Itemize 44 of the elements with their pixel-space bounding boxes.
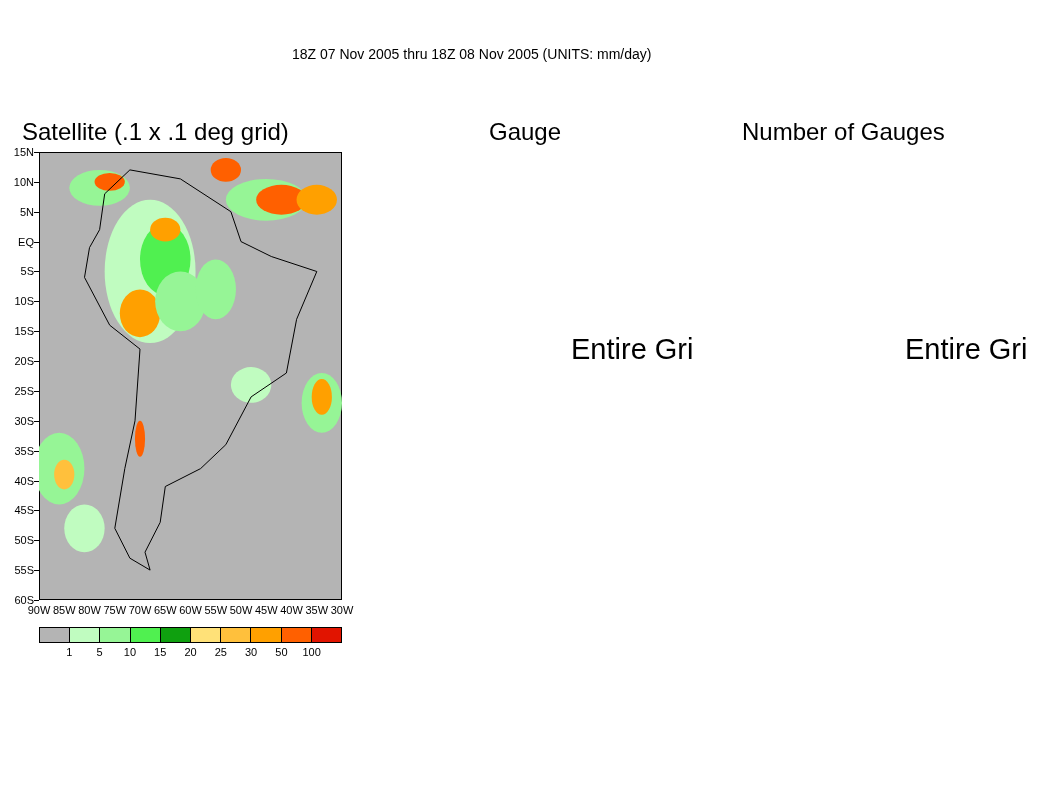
- legend-label: 30: [243, 646, 259, 658]
- legend-label: 100: [301, 646, 322, 658]
- panel-title: Gauge: [489, 117, 562, 147]
- longitude-label: 50W: [228, 604, 254, 616]
- legend-label: 1: [65, 646, 74, 658]
- latitude-label: 50S: [13, 534, 34, 547]
- latitude-label: 5N: [18, 205, 34, 218]
- longitude-label: 80W: [77, 604, 102, 616]
- latitude-label: 10N: [12, 175, 34, 188]
- longitude-label: 55W: [203, 604, 229, 616]
- latitude-label: 30S: [13, 414, 34, 427]
- latitude-label: 35S: [13, 444, 34, 457]
- longitude-label: 65W: [152, 604, 178, 616]
- longitude-label: 75W: [102, 604, 128, 616]
- panel-message: Entire Gri: [905, 332, 1028, 367]
- latitude-label: EQ: [17, 235, 34, 248]
- longitude-label: 40W: [279, 604, 304, 616]
- latitude-label: 15S: [13, 325, 34, 338]
- legend-label: 5: [95, 646, 104, 658]
- latitude-label: 25S: [13, 384, 34, 397]
- legend-label: 50: [274, 646, 289, 658]
- latitude-label: 60S: [13, 594, 34, 606]
- latitude-label: 5S: [19, 265, 34, 278]
- latitude-label: 15N: [12, 146, 34, 158]
- legend-label: 10: [122, 646, 137, 658]
- plot-header: 18Z 07 Nov 2005 thru 18Z 08 Nov 2005 (UNITS: mm/day): [292, 45, 652, 64]
- legend-label: 15: [153, 646, 168, 658]
- longitude-label: 70W: [127, 604, 153, 616]
- longitude-label: 60W: [178, 604, 203, 616]
- legend-label: 20: [183, 646, 198, 658]
- legend-label: 25: [213, 646, 228, 658]
- latitude-label: 10S: [13, 295, 34, 308]
- latitude-label: 20S: [13, 355, 34, 368]
- longitude-label: 30W: [329, 604, 355, 616]
- longitude-label: 45W: [253, 604, 279, 616]
- longitude-label: 90W: [26, 604, 52, 616]
- latitude-label: 40S: [13, 474, 34, 487]
- panel-title: Satellite (.1 x .1 deg grid): [22, 117, 289, 147]
- panel-title: Number of Gauges: [742, 117, 945, 147]
- longitude-label: 35W: [304, 604, 330, 616]
- longitude-label: 85W: [51, 604, 77, 616]
- latitude-label: 45S: [13, 504, 34, 517]
- latitude-label: 55S: [13, 564, 34, 577]
- panel-message: Entire Gri: [571, 332, 694, 367]
